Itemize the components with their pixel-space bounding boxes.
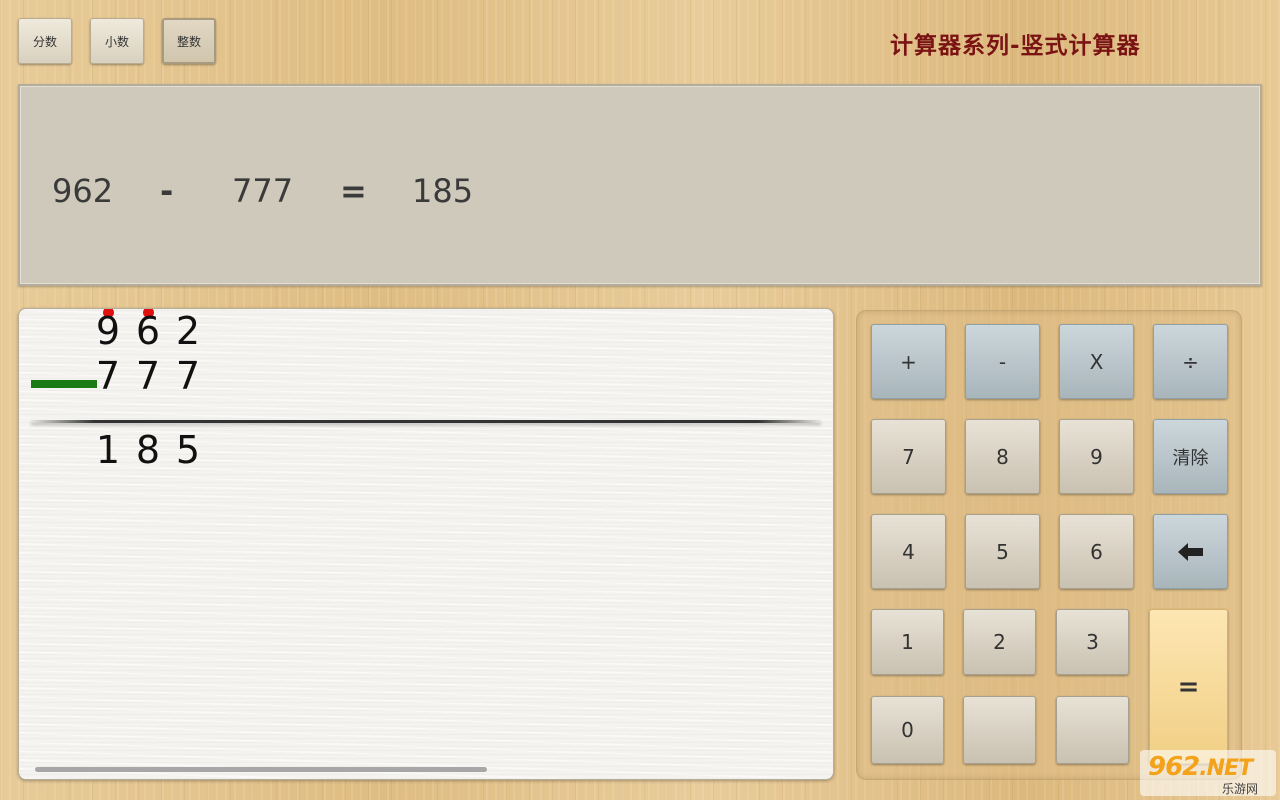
operator-symbol: - (160, 172, 174, 210)
subtrahend-digit: 7 (175, 354, 201, 398)
digit-0-key[interactable]: 0 (871, 696, 944, 764)
minuend-digit: 6 (135, 309, 161, 353)
divide-key[interactable]: ÷ (1153, 324, 1228, 399)
digit-9-key[interactable]: 9 (1059, 419, 1134, 494)
decimal-mode-button[interactable]: 小数 (90, 18, 144, 64)
minuend-digit: 9 (95, 309, 121, 353)
integer-mode-button[interactable]: 整数 (162, 18, 216, 64)
vertical-calculation-paper: 9 6 2 7 7 7 1 8 5 (18, 308, 834, 780)
result-line (31, 420, 821, 423)
backspace-key[interactable] (1153, 514, 1228, 589)
operand-1: 962 (52, 172, 114, 210)
minus-key[interactable]: - (965, 324, 1040, 399)
horizontal-scrollbar[interactable] (35, 767, 487, 772)
digit-1-key[interactable]: 1 (871, 609, 944, 675)
clear-key-label: 清除 (1172, 447, 1209, 469)
equals-key[interactable]: = (1149, 609, 1228, 764)
digit-8-key[interactable]: 8 (965, 419, 1040, 494)
minus-sign (31, 380, 97, 388)
digit-5-key[interactable]: 5 (965, 514, 1040, 589)
digit-2-key[interactable]: 2 (963, 609, 1036, 675)
watermark-subtitle: 乐游网 (1222, 782, 1259, 796)
result-digit: 8 (135, 428, 161, 472)
result-value: 185 (412, 172, 474, 210)
watermark-logo-main: 962 (1148, 752, 1200, 782)
blank-key[interactable] (963, 696, 1036, 764)
subtrahend-digit: 7 (135, 354, 161, 398)
digit-7-key[interactable]: 7 (871, 419, 946, 494)
blank-key[interactable] (1056, 696, 1129, 764)
expression-display: 962 - 777 = 185 (18, 84, 1262, 286)
plus-key[interactable]: + (871, 324, 946, 399)
clear-key[interactable]: 清除 (1153, 419, 1228, 494)
result-digit: 1 (95, 428, 121, 472)
operand-2: 777 (232, 172, 294, 210)
digit-6-key[interactable]: 6 (1059, 514, 1134, 589)
result-digit: 5 (175, 428, 201, 472)
multiply-key[interactable]: X (1059, 324, 1134, 399)
minuend-digit: 2 (175, 309, 201, 353)
digit-3-key[interactable]: 3 (1056, 609, 1129, 675)
watermark-logo: 962.NET 乐游网 (1140, 750, 1276, 796)
app-title: 计算器系列-竖式计算器 (890, 33, 1141, 59)
equals-symbol: = (340, 172, 367, 210)
subtrahend-digit: 7 (95, 354, 121, 398)
arrow-left-icon (1177, 542, 1203, 561)
watermark-logo-suffix: .NET (1199, 756, 1253, 781)
fraction-mode-button[interactable]: 分数 (18, 18, 72, 64)
digit-4-key[interactable]: 4 (871, 514, 946, 589)
